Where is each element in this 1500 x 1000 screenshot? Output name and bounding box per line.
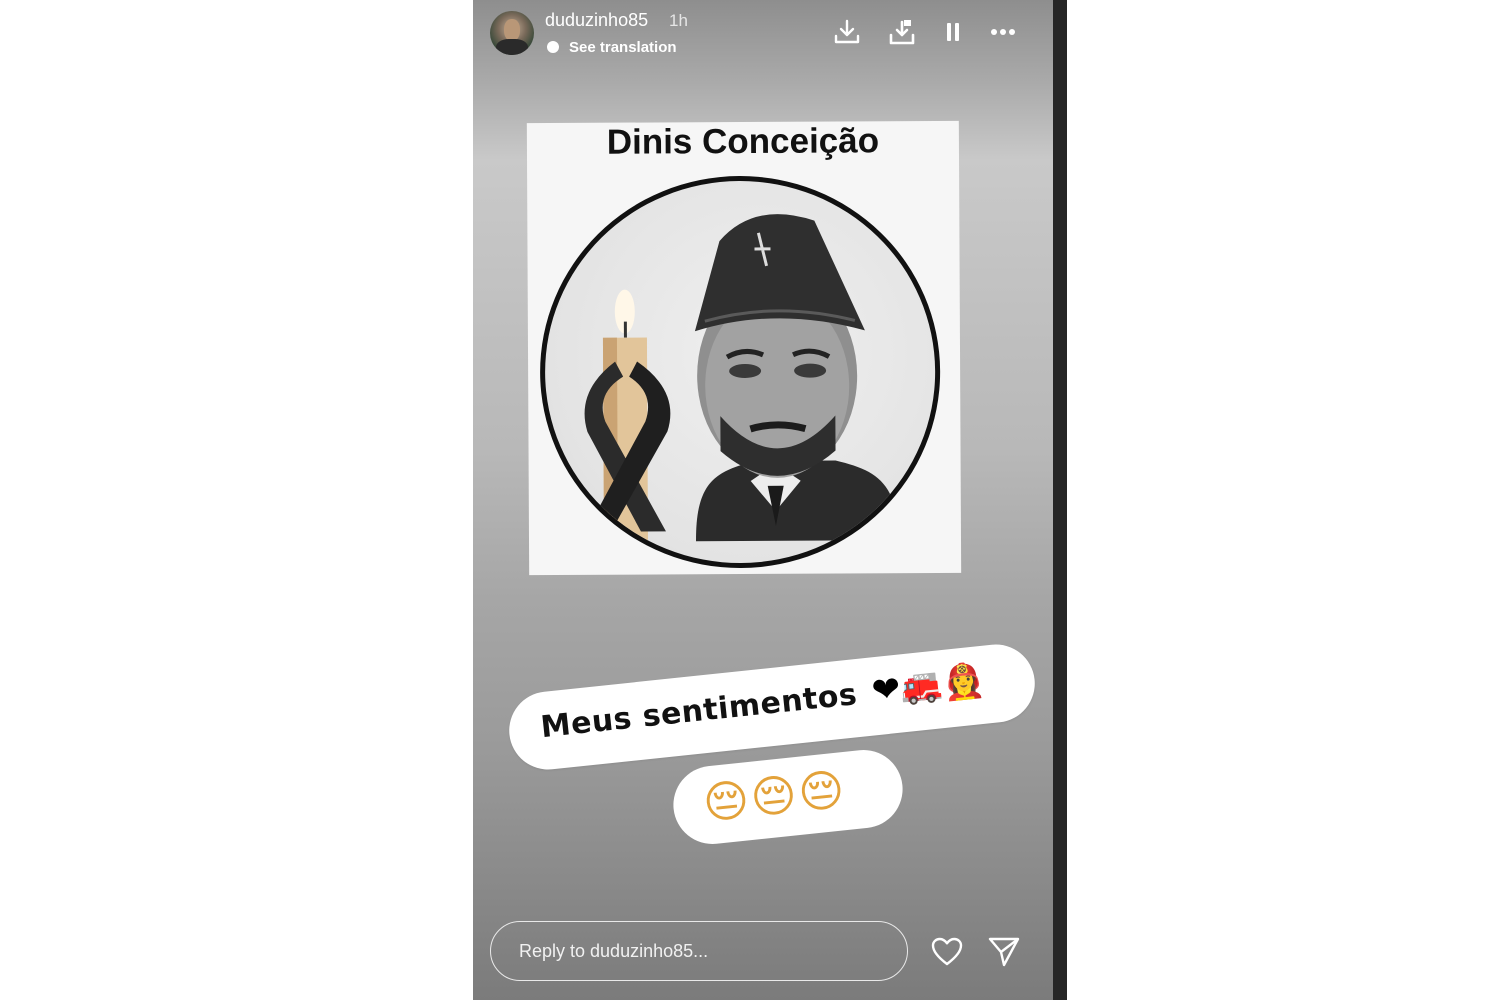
translate-icon: [547, 41, 559, 53]
condolence-sticker: Meus sentimentos ❤🚒👩‍🚒: [505, 640, 1039, 774]
story-header: duduzinho85 1h See translation: [473, 0, 1053, 70]
candle-ribbon-graphic: [584, 289, 671, 568]
send-icon[interactable]: [984, 932, 1024, 972]
sad-faces-sticker: 😔😔😔: [669, 746, 907, 848]
memorial-portrait-frame: [539, 174, 942, 570]
avatar-face: [504, 19, 520, 41]
heart-icon[interactable]: [927, 932, 967, 972]
page: duduzinho85 1h See translation Dinis Con…: [0, 0, 1500, 1000]
reply-input[interactable]: Reply to duduzinho85...: [490, 921, 908, 981]
portrait-photo: [694, 214, 902, 542]
post-time: 1h: [669, 11, 688, 30]
avatar-body: [496, 39, 528, 55]
story-panel-edge: [1053, 0, 1067, 1000]
username-link[interactable]: duduzinho85: [545, 10, 648, 31]
see-translation-label: See translation: [569, 38, 677, 56]
reply-placeholder: Reply to duduzinho85...: [519, 941, 709, 961]
heart-firetruck-firefighter-emojis: ❤🚒👩‍🚒: [869, 659, 987, 712]
more-options-icon[interactable]: [987, 16, 1019, 48]
pause-icon[interactable]: [937, 16, 969, 48]
avatar[interactable]: [490, 11, 534, 55]
download-icon[interactable]: [831, 16, 863, 48]
pensive-face-emojis: 😔😔😔: [700, 764, 849, 830]
see-translation-button[interactable]: See translation: [547, 37, 677, 57]
story-viewer[interactable]: duduzinho85 1h See translation Dinis Con…: [473, 0, 1053, 1000]
condolence-text: Meus sentimentos: [539, 677, 859, 746]
post-title: Dinis Conceição: [606, 121, 880, 162]
save-to-device-icon[interactable]: [886, 16, 918, 48]
memorial-illustration: [584, 214, 902, 568]
memorial-post-image: Dinis Conceição: [526, 120, 962, 576]
